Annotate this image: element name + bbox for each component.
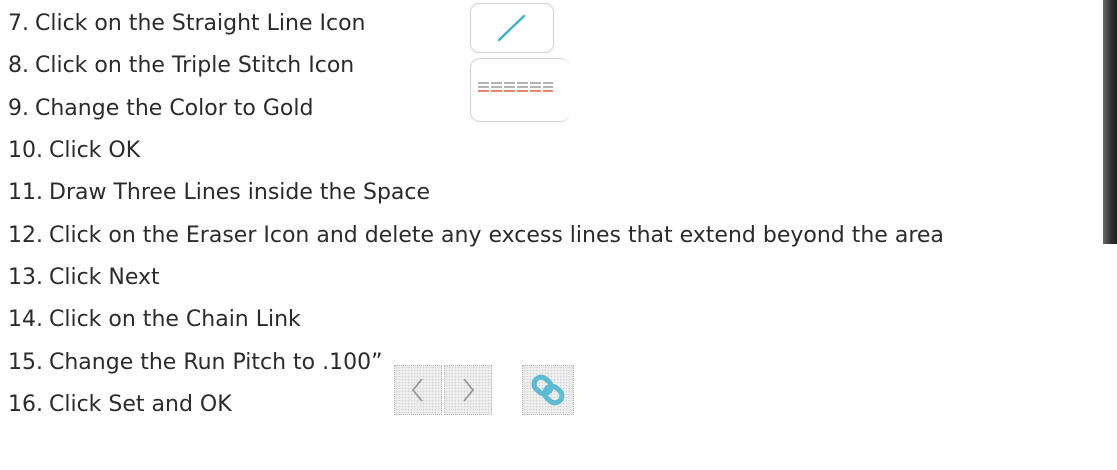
- step-text: Draw Three Lines inside the Space: [49, 180, 431, 205]
- step-number: 13.: [8, 265, 43, 290]
- step-number: 7.: [8, 11, 29, 36]
- step-8: 8. Click on the Triple Stitch Icon: [8, 52, 354, 80]
- step-text: Click Next: [49, 265, 160, 290]
- step-12: 12. Click on the Eraser Icon and delete a…: [8, 222, 944, 250]
- step-number: 12.: [8, 223, 43, 248]
- step-number: 10.: [8, 138, 43, 163]
- step-13: 13. Click Next: [8, 264, 160, 292]
- straight-line-icon[interactable]: [470, 3, 554, 53]
- chevron-right-icon: [463, 378, 475, 402]
- straight-line-glyph: [497, 14, 526, 42]
- step-number: 9.: [8, 96, 29, 121]
- step-10: 10. Click OK: [8, 137, 140, 165]
- chevron-left-icon: [411, 378, 423, 402]
- step-text: Click on the Straight Line Icon: [35, 11, 366, 36]
- step-15: 15. Change the Run Pitch to .100”: [8, 349, 383, 377]
- step-text: Change the Color to Gold: [35, 96, 314, 121]
- chain-link-icon: [531, 374, 565, 406]
- step-text: Click on the Chain Link: [49, 307, 301, 332]
- step-number: 11.: [8, 180, 43, 205]
- step-number: 14.: [8, 307, 43, 332]
- previous-button[interactable]: [394, 365, 442, 415]
- step-text: Click on the Eraser Icon and delete any …: [49, 223, 944, 248]
- step-text: Change the Run Pitch to .100”: [49, 350, 383, 375]
- step-7: 7. Click on the Straight Line Icon: [8, 10, 366, 38]
- next-button[interactable]: [444, 365, 492, 415]
- step-number: 15.: [8, 350, 43, 375]
- step-text: Click Set and OK: [49, 392, 232, 417]
- chain-link-button[interactable]: [522, 365, 574, 415]
- step-number: 8.: [8, 53, 29, 78]
- dark-image-edge: [1103, 0, 1117, 244]
- step-text: Click on the Triple Stitch Icon: [35, 53, 355, 78]
- step-text: Click OK: [49, 138, 141, 163]
- step-11: 11. Draw Three Lines inside the Space: [8, 179, 430, 207]
- straight-line-stroke: [497, 14, 526, 42]
- step-number: 16.: [8, 392, 43, 417]
- step-14: 14. Click on the Chain Link: [8, 306, 301, 334]
- step-9: 9. Change the Color to Gold: [8, 95, 313, 123]
- triple-stitch-glyph: [478, 82, 553, 92]
- step-16: 16. Click Set and OK: [8, 391, 232, 419]
- triple-stitch-icon[interactable]: [470, 58, 570, 122]
